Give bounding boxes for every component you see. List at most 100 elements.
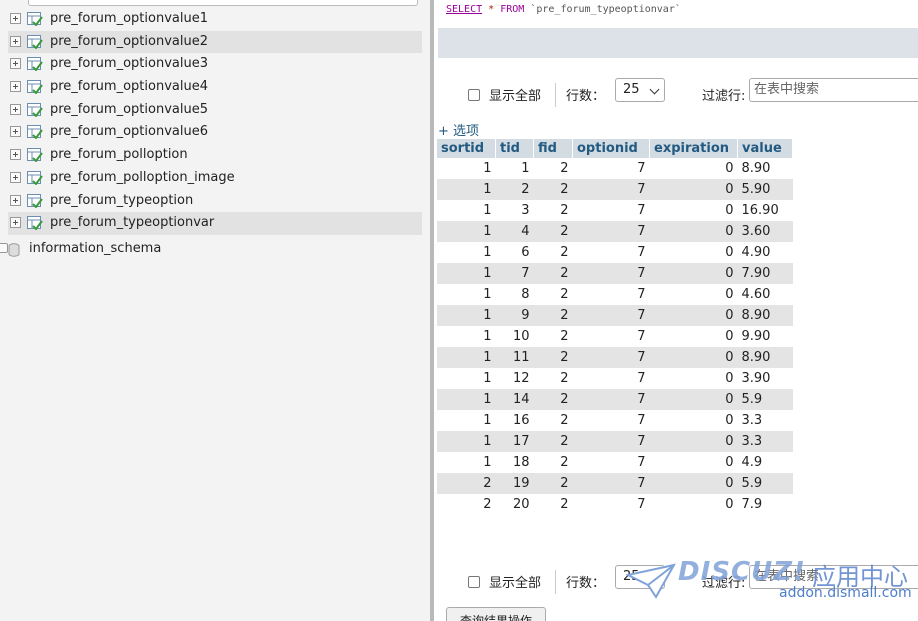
tree-item-table[interactable]: pre_forum_optionvalue6 xyxy=(0,121,430,144)
expand-icon[interactable] xyxy=(10,103,21,115)
column-header[interactable]: tid xyxy=(495,139,534,158)
table-row[interactable]: 1 7 2 7 0 7.90 xyxy=(437,263,793,284)
table-cell: 3.3 xyxy=(737,410,793,431)
table-row[interactable]: 1 11 2 7 0 8.90 xyxy=(437,347,793,368)
table-cell: 18 xyxy=(495,452,534,473)
column-header[interactable]: value xyxy=(737,139,793,158)
column-header[interactable]: fid xyxy=(533,139,573,158)
tree-item-label[interactable]: pre_forum_typeoptionvar xyxy=(50,212,214,234)
table-icon xyxy=(27,170,43,186)
tree-item-label[interactable]: pre_forum_polloption xyxy=(50,144,188,166)
expand-icon[interactable] xyxy=(10,217,21,229)
rows-label: 行数： xyxy=(566,89,606,104)
tree-item-table[interactable]: pre_forum_optionvalue2 xyxy=(8,30,422,54)
expand-icon[interactable] xyxy=(0,242,8,253)
sql-query-text: SELECT * FROM `pre_forum_typeoptionvar` xyxy=(446,4,681,15)
show-all-checkbox[interactable] xyxy=(468,89,480,101)
tree-item-table[interactable]: pre_forum_polloption_image xyxy=(0,167,430,190)
results-navbar-bottom: 显示全部 行数： 25 过滤行: 在表中搜索 xyxy=(434,564,918,598)
tree-item-table[interactable]: pre_forum_polloption xyxy=(0,144,430,167)
table-cell: 9 xyxy=(495,305,534,326)
table-cell: 20 xyxy=(495,494,534,515)
table-row[interactable]: 1 18 2 7 0 4.9 xyxy=(437,452,793,473)
table-row[interactable]: 2 20 2 7 0 7.9 xyxy=(437,494,793,515)
column-header[interactable]: optionid xyxy=(572,139,650,158)
chevron-down-icon xyxy=(649,571,660,582)
table-row[interactable]: 1 3 2 7 0 16.90 xyxy=(437,200,793,221)
table-row[interactable]: 1 12 2 7 0 3.90 xyxy=(437,368,793,389)
table-cell: 5.90 xyxy=(737,179,793,200)
rows-select-bottom[interactable]: 25 xyxy=(615,565,665,589)
tree-item-database[interactable]: information_schema xyxy=(0,237,430,261)
table-cell: 4.60 xyxy=(737,284,793,305)
expand-icon[interactable] xyxy=(10,171,21,183)
table-row[interactable]: 1 10 2 7 0 9.90 xyxy=(437,326,793,347)
query-results-operations-button[interactable]: 查询结果操作 xyxy=(446,607,546,621)
tree-item-table[interactable]: pre_forum_optionvalue4 xyxy=(0,76,430,99)
table-row[interactable]: 1 8 2 7 0 4.60 xyxy=(437,284,793,305)
tree-item-label[interactable]: pre_forum_optionvalue3 xyxy=(50,53,208,75)
tree-item-label[interactable]: pre_forum_optionvalue2 xyxy=(50,31,208,53)
table-cell: 0 xyxy=(649,431,738,452)
table-row[interactable]: 1 17 2 7 0 3.3 xyxy=(437,431,793,452)
nav-filter-input[interactable] xyxy=(28,0,418,6)
table-cell: 2 xyxy=(533,221,573,242)
table-row[interactable]: 1 14 2 7 0 5.9 xyxy=(437,389,793,410)
expand-icon[interactable] xyxy=(10,35,21,47)
tree-item-label[interactable]: pre_forum_optionvalue4 xyxy=(50,76,208,98)
table-cell: 1 xyxy=(437,326,496,347)
tree-item-table[interactable]: pre_forum_optionvalue5 xyxy=(0,99,430,122)
tree-item-table[interactable]: pre_forum_typeoption xyxy=(0,190,430,213)
table-row[interactable]: 1 9 2 7 0 8.90 xyxy=(437,305,793,326)
table-row[interactable]: 1 4 2 7 0 3.60 xyxy=(437,221,793,242)
tree-item-label[interactable]: pre_forum_optionvalue5 xyxy=(50,99,208,121)
show-all-label-bottom[interactable]: 显示全部 xyxy=(489,572,541,591)
rows-select[interactable]: 25 xyxy=(615,78,665,102)
table-cell: 1 xyxy=(437,431,496,452)
rows-select-value: 25 xyxy=(623,82,640,97)
table-cell: 0 xyxy=(649,179,738,200)
table-cell: 8.90 xyxy=(737,158,793,179)
table-row[interactable]: 2 19 2 7 0 5.9 xyxy=(437,473,793,494)
tree-item-label[interactable]: pre_forum_optionvalue1 xyxy=(50,8,208,30)
show-all-label[interactable]: 显示全部 xyxy=(489,85,541,104)
tree-item-table[interactable]: pre_forum_optionvalue3 xyxy=(0,53,430,76)
filter-rows-input[interactable]: 在表中搜索 xyxy=(749,78,918,102)
table-cell: 7.90 xyxy=(737,263,793,284)
filter-rows-input-bottom[interactable]: 在表中搜索 xyxy=(749,565,918,589)
table-cell: 2 xyxy=(533,200,573,221)
table-row[interactable]: 1 6 2 7 0 4.90 xyxy=(437,242,793,263)
expand-icon[interactable] xyxy=(10,58,21,70)
table-cell: 1 xyxy=(495,158,534,179)
table-cell: 7 xyxy=(495,263,534,284)
table-icon xyxy=(27,193,43,209)
table-cell: 7 xyxy=(572,431,650,452)
options-link[interactable]: + 选项 xyxy=(438,120,479,139)
tree-item-label[interactable]: pre_forum_typeoption xyxy=(50,190,193,212)
expand-icon[interactable] xyxy=(10,13,21,24)
tree-item-table[interactable]: pre_forum_optionvalue1 xyxy=(0,8,430,31)
table-row[interactable]: 1 1 2 7 0 8.90 xyxy=(437,158,793,179)
column-header[interactable]: sortid xyxy=(437,139,496,158)
table-cell: 7 xyxy=(572,452,650,473)
expand-icon[interactable] xyxy=(10,149,21,161)
column-header[interactable]: expiration xyxy=(649,139,738,158)
table-cell: 0 xyxy=(649,410,738,431)
sql-keyword-select[interactable]: SELECT xyxy=(446,4,482,15)
expand-icon[interactable] xyxy=(10,126,21,138)
tree-item-label[interactable]: pre_forum_polloption_image xyxy=(50,167,235,189)
table-row[interactable]: 1 2 2 7 0 5.90 xyxy=(437,179,793,200)
expand-icon[interactable] xyxy=(10,194,21,206)
table-cell: 0 xyxy=(649,284,738,305)
table-cell: 11 xyxy=(495,347,534,368)
table-cell: 3.90 xyxy=(737,368,793,389)
tree-item-label[interactable]: information_schema xyxy=(29,237,161,261)
table-cell: 4.90 xyxy=(737,242,793,263)
table-cell: 5.9 xyxy=(737,389,793,410)
show-all-checkbox-bottom[interactable] xyxy=(468,576,480,588)
table-cell: 7 xyxy=(572,494,650,515)
expand-icon[interactable] xyxy=(10,81,21,93)
table-row[interactable]: 1 16 2 7 0 3.3 xyxy=(437,410,793,431)
tree-item-label[interactable]: pre_forum_optionvalue6 xyxy=(50,121,208,143)
tree-item-table[interactable]: pre_forum_typeoptionvar xyxy=(8,212,422,235)
